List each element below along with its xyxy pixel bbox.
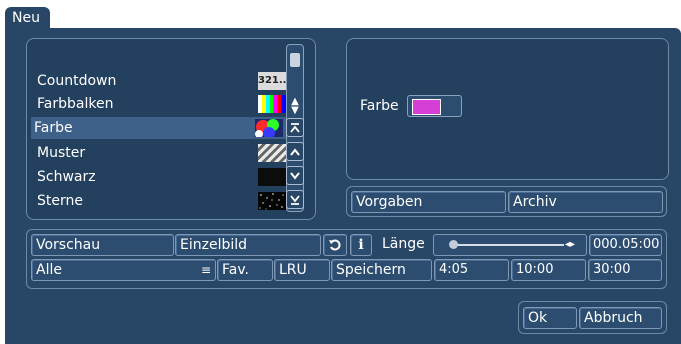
- list-item-sterne[interactable]: Sterne: [34, 190, 289, 212]
- menu-icon: ≡: [200, 263, 211, 277]
- alle-dropdown[interactable]: Alle ≡: [31, 259, 216, 281]
- list-item-farbe[interactable]: Farbe: [31, 117, 286, 139]
- laenge-label: Länge: [382, 236, 425, 252]
- list-item-label: Muster: [37, 145, 86, 161]
- countdown-thumbnail: 321..: [258, 72, 286, 90]
- tab-neu[interactable]: Neu: [5, 7, 50, 29]
- time-preset-3[interactable]: 30:00: [588, 259, 662, 281]
- scroll-bottom-button[interactable]: [286, 190, 304, 209]
- farbe-color-swatch: [412, 99, 441, 115]
- list-item-schwarz[interactable]: Schwarz: [34, 166, 289, 188]
- farbe-color-button[interactable]: [407, 95, 462, 117]
- scroll-top-icon: [290, 122, 300, 133]
- alle-label: Alle: [36, 262, 62, 278]
- time-preset-2[interactable]: 10:00: [511, 259, 586, 281]
- scroll-down-button[interactable]: [286, 166, 304, 185]
- colorbars-thumbnail: [258, 95, 286, 113]
- loop-button[interactable]: [323, 234, 347, 256]
- scroll-thumb[interactable]: [290, 53, 300, 67]
- pattern-thumbnail: [258, 144, 286, 162]
- list-item-countdown[interactable]: Countdown 321..: [34, 70, 289, 92]
- list-item-label: Farbe: [34, 120, 73, 136]
- slider-step-arrows-icon[interactable]: ◂▸: [565, 236, 575, 254]
- time-preset-1[interactable]: 4:05: [434, 259, 509, 281]
- loop-icon: [329, 239, 341, 251]
- scroll-arrows-icon[interactable]: ▲ ▼: [288, 97, 302, 116]
- slider-handle[interactable]: [449, 240, 458, 249]
- slider-track: [452, 244, 564, 246]
- ok-button[interactable]: Ok: [523, 307, 577, 329]
- list-item-muster[interactable]: Muster: [34, 142, 289, 164]
- scroll-top-button[interactable]: [286, 118, 304, 137]
- einzelbild-button[interactable]: Einzelbild: [175, 234, 321, 256]
- duration-field[interactable]: 000.05:00: [589, 234, 662, 256]
- list-item-label: Countdown: [37, 73, 117, 89]
- speichern-button[interactable]: Speichern: [331, 259, 432, 281]
- vorschau-button[interactable]: Vorschau: [31, 234, 174, 256]
- color-thumbnail: [255, 119, 283, 137]
- list-item-farbbalken[interactable]: Farbbalken: [34, 93, 289, 115]
- stars-thumbnail: [258, 192, 286, 210]
- dialog: Countdown 321.. Farbbalken Farbe Muster …: [5, 28, 681, 344]
- black-thumbnail: [258, 168, 286, 186]
- chevron-up-icon: [290, 147, 300, 156]
- chevron-down-icon: [290, 171, 300, 180]
- list-item-label: Sterne: [37, 193, 83, 209]
- fav-button[interactable]: Fav.: [217, 259, 273, 281]
- abbruch-button[interactable]: Abbruch: [579, 307, 662, 329]
- farbe-label: Farbe: [360, 98, 399, 114]
- list-item-label: Farbbalken: [37, 96, 114, 112]
- lru-button[interactable]: LRU: [274, 259, 330, 281]
- scroll-bottom-icon: [290, 194, 300, 205]
- info-button[interactable]: i: [350, 234, 372, 256]
- archiv-button[interactable]: Archiv: [508, 191, 663, 213]
- list-item-label: Schwarz: [37, 169, 96, 185]
- vorgaben-button[interactable]: Vorgaben: [351, 191, 506, 213]
- scroll-up-button[interactable]: [286, 142, 304, 161]
- duration-slider[interactable]: ◂▸: [433, 234, 587, 256]
